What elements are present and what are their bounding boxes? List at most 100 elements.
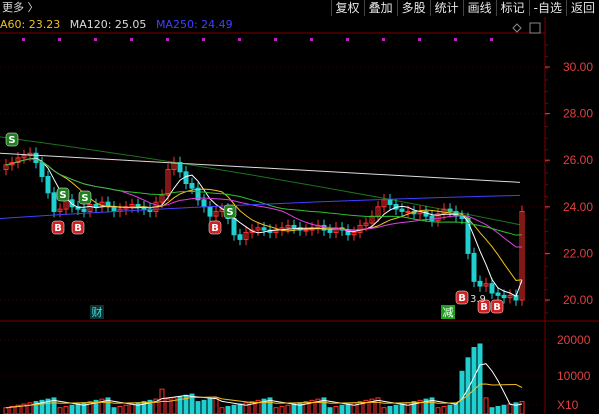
volume-bar [339,404,345,414]
volume-tick-label: 20000 [557,333,591,347]
candle-body [51,192,57,212]
candle-body [291,224,297,229]
price-tick-label: 22.00 [563,246,593,260]
event-dot [22,38,25,41]
candle-body [111,206,117,212]
candle-body [405,210,411,213]
volume-bar [489,407,495,414]
volume-bar [123,404,129,414]
volume-bar [519,401,525,414]
candle-body [201,199,207,208]
event-dot [274,38,277,41]
volume-ma5-line [5,363,523,409]
candle-body [237,234,243,240]
volume-bar [69,404,75,414]
event-dot [166,38,169,41]
event-dot [490,38,493,41]
signal-label: S [226,207,233,218]
candle-body [429,215,435,222]
candle-body [477,280,483,287]
candle-body [39,162,45,178]
candle-body [471,252,477,282]
candle-body [399,208,405,212]
candle-body [93,203,99,208]
candle-body [501,294,507,299]
volume-bar [495,405,501,414]
volume-bar [117,405,123,414]
price-tick-label: 20.00 [563,293,593,307]
signal-label: B [458,293,466,304]
event-dot [418,38,421,41]
price-tick-label: 30.00 [563,60,593,74]
candle-body [189,183,195,189]
volume-bar [111,407,117,414]
volume-bar [129,403,135,414]
finance-event-label: 财 [92,305,103,319]
volume-bar [501,404,507,414]
price-tick-label: 24.00 [563,200,593,214]
volume-bar [3,407,9,414]
volume-bar [381,407,387,414]
candle-body [135,203,141,208]
candle-body [81,208,87,212]
signal-label: B [493,302,501,313]
candle-body [459,215,465,219]
volume-bar [507,403,513,414]
candle-body [495,292,501,296]
kline-chart[interactable]: 30.00 28.00 26.00 24.00 22.00 20.00 20000 10000… [0,0,599,414]
candle-body [387,199,393,205]
volume-bar [207,398,213,414]
ma120-line [0,152,521,183]
candle-body [489,283,495,294]
volume-bar [237,403,243,414]
volume-bar [291,403,297,414]
signal-label: S [59,190,66,201]
volume-bar [327,407,333,414]
volume-bar [57,407,63,414]
price-marker-label: 3.9 [470,294,486,305]
signal-label: S [81,193,88,204]
volume-tick-label: X10 [557,398,579,412]
event-dot [94,38,97,41]
volume-bar [333,405,339,414]
volume-bar [225,405,231,414]
volume-bar [195,401,201,414]
event-dot [58,38,61,41]
signal-label: S [8,135,15,146]
candle-body [231,217,237,236]
candle-body [303,229,309,232]
event-dot [202,38,205,41]
volume-bar [399,403,405,414]
diamond-icon [512,23,522,33]
signal-label: B [211,223,219,234]
signal-label: B [54,223,62,234]
event-dot [454,38,457,41]
volume-bar [477,343,483,414]
volume-bar [201,399,207,414]
candle-body [45,176,51,194]
volume-bar [453,403,459,414]
volume-bar [75,403,81,414]
volume-tick-label: 10000 [557,369,591,383]
price-tick-label: 26.00 [563,153,593,167]
volume-bar [279,405,285,414]
volume-bar [219,407,225,414]
volume-bar [213,397,219,414]
candle-body [261,227,267,231]
event-dot [346,38,349,41]
volume-bar [435,407,441,414]
price-tick-label: 28.00 [563,107,593,121]
volume-bar [273,407,279,414]
volume-bar [63,405,69,414]
volume-bar [483,397,489,414]
volume-bar [459,370,465,414]
volume-bar [231,404,237,414]
volume-bar [441,405,447,414]
event-dot [238,38,241,41]
volume-bar [447,404,453,414]
expand-icon [529,22,541,34]
candle-body [327,229,333,233]
volume-bar [393,404,399,414]
volume-bar [285,404,291,414]
volume-bar [345,403,351,414]
